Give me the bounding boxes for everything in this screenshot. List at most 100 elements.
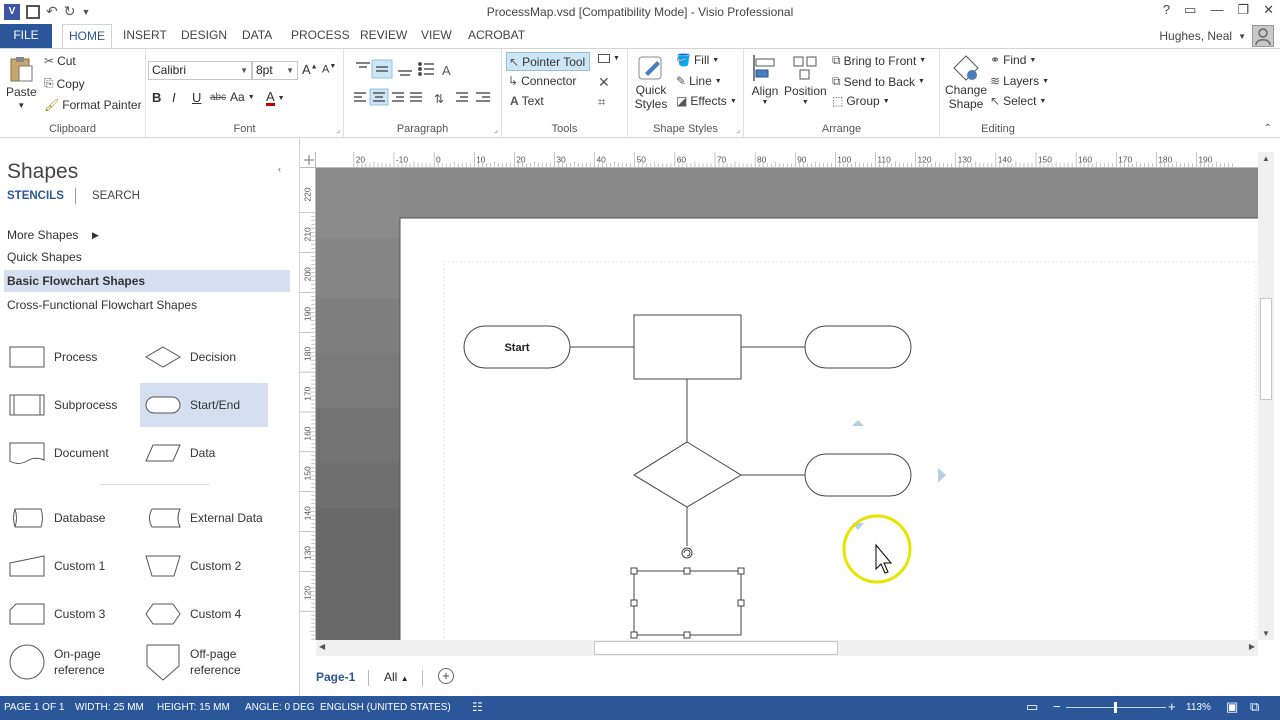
shape-document[interactable]: Document [4, 431, 132, 475]
copy-button[interactable]: ⎘ Copy [44, 76, 85, 91]
paragraph-dialog-launcher-icon[interactable]: ⌟ [494, 125, 498, 134]
tab-acrobat[interactable]: ACROBAT [462, 24, 531, 48]
change-case-button[interactable]: Aa ▼ [230, 90, 255, 104]
search-tab[interactable]: SEARCH [92, 190, 140, 202]
vertical-scroll-thumb[interactable] [1260, 298, 1272, 400]
shape-styles-dialog-launcher-icon[interactable]: ⌟ [736, 125, 740, 134]
paragraph-buttons[interactable]: A ⇅ [352, 59, 502, 119]
tab-process[interactable]: PROCESS [285, 24, 356, 48]
paste-button[interactable]: Paste ▼ [6, 55, 37, 110]
underline-button[interactable]: U [192, 90, 201, 105]
help-button[interactable]: ? [1163, 2, 1170, 18]
status-language[interactable]: ENGLISH (UNITED STATES) [320, 702, 451, 713]
font-family-dropdown-icon[interactable]: ▼ [240, 62, 248, 79]
connection-point-button[interactable]: ✕ [598, 74, 610, 91]
connector-button[interactable]: ↳ Connector [508, 74, 576, 88]
paste-dropdown-icon[interactable]: ▼ [17, 101, 25, 110]
zoom-level[interactable]: 113% [1186, 702, 1211, 713]
stencil-more-shapes[interactable]: More Shapes ▶ [4, 224, 290, 246]
group-button[interactable]: ⬚ Group ▼ [832, 94, 890, 108]
font-color-button[interactable]: A ▼ [266, 90, 285, 106]
shape-off-page-reference[interactable]: Off-page reference [140, 640, 268, 684]
minimize-button[interactable]: — [1210, 2, 1223, 18]
collapse-pane-icon[interactable]: ‹ [278, 164, 281, 174]
page-tab-page-1[interactable]: Page-1 [316, 670, 355, 684]
find-dropdown-icon[interactable]: ▼ [1029, 57, 1036, 64]
select-dropdown-icon[interactable]: ▼ [1039, 98, 1046, 105]
crop-tool-button[interactable]: ⌗ [598, 94, 605, 110]
send-to-back-dropdown-icon[interactable]: ▼ [918, 78, 925, 85]
add-page-icon[interactable]: + [438, 668, 454, 684]
change-case-dropdown-icon[interactable]: ▼ [248, 94, 255, 101]
cut-button[interactable]: ✂ Cut [44, 54, 76, 68]
position-button[interactable]: Position ▼ [784, 53, 827, 106]
tab-view[interactable]: VIEW [415, 24, 458, 48]
status-page[interactable]: PAGE 1 OF 1 [4, 702, 64, 713]
stencil-basic-flowchart[interactable]: Basic Flowchart Shapes [4, 270, 290, 292]
font-dialog-launcher-icon[interactable]: ⌟ [336, 125, 340, 134]
scroll-left-icon[interactable]: ◀ [319, 642, 325, 651]
scroll-right-icon[interactable]: ▶ [1249, 642, 1255, 651]
vertical-scrollbar[interactable]: ▲ ▼ [1258, 152, 1274, 640]
zoom-out-icon[interactable]: − [1053, 699, 1061, 714]
scroll-up-icon[interactable]: ▲ [1262, 154, 1270, 163]
line-button[interactable]: ✎ Line ▼ [676, 74, 722, 88]
layers-button[interactable]: ≋ Layers ▼ [990, 74, 1049, 88]
stencils-tab[interactable]: STENCILS [7, 190, 64, 202]
tab-insert[interactable]: INSERT [117, 24, 173, 48]
fit-page-icon[interactable]: ▣ [1226, 699, 1238, 715]
horizontal-scrollbar[interactable]: ◀ ▶ [316, 640, 1258, 656]
text-tool-button[interactable]: A Text [510, 94, 544, 108]
collapse-ribbon-icon[interactable]: ⌃ [1264, 123, 1272, 134]
close-button[interactable]: ✕ [1263, 2, 1274, 18]
italic-button[interactable]: I [172, 90, 176, 105]
shape-data[interactable]: Data [140, 431, 268, 475]
font-family-select[interactable]: Calibri ▼ [148, 61, 252, 80]
shape-start-end[interactable]: Start/End [140, 383, 268, 427]
status-angle[interactable]: ANGLE: 0 DEG [245, 702, 314, 713]
restore-button[interactable]: ❐ [1237, 2, 1249, 18]
selected-process-shape[interactable] [633, 570, 742, 636]
shape-custom1[interactable]: Custom 1 [4, 544, 132, 588]
tab-home[interactable]: HOME [62, 24, 112, 48]
effects-button[interactable]: ◪ Effects ▼ [676, 94, 737, 108]
macro-record-icon[interactable]: ☷ [472, 700, 483, 714]
shape-custom3[interactable]: Custom 3 [4, 592, 132, 636]
scroll-down-icon[interactable]: ▼ [1262, 629, 1270, 638]
stencil-cross-functional[interactable]: Cross-Functional Flowchart Shapes [4, 294, 290, 316]
user-name[interactable]: Hughes, Neal [1159, 29, 1232, 43]
fill-button[interactable]: 🪣 Fill ▼ [676, 53, 719, 67]
change-shape-button[interactable]: Change Shape [944, 53, 988, 111]
fill-dropdown-icon[interactable]: ▼ [712, 57, 719, 64]
ribbon-display-icon[interactable]: ▭ [1184, 2, 1196, 18]
tab-design[interactable]: DESIGN [175, 24, 233, 48]
effects-dropdown-icon[interactable]: ▼ [730, 98, 737, 105]
shape-process[interactable]: Process [4, 335, 132, 379]
zoom-in-icon[interactable]: + [1168, 699, 1176, 714]
rectangle-tool-button[interactable]: ▼ [598, 54, 620, 63]
terminator-shape-3[interactable] [804, 453, 912, 497]
bring-to-front-button[interactable]: ⧉ Bring to Front ▼ [832, 53, 926, 68]
process-shape-1[interactable] [633, 314, 742, 380]
shape-external-data[interactable]: External Data [140, 496, 268, 540]
status-height[interactable]: HEIGHT: 15 MM [157, 702, 230, 713]
align-dropdown-icon[interactable]: ▼ [762, 99, 769, 106]
bring-to-front-dropdown-icon[interactable]: ▼ [919, 57, 926, 64]
stencil-quick-shapes[interactable]: Quick Shapes [4, 246, 290, 268]
group-dropdown-icon[interactable]: ▼ [883, 98, 890, 105]
position-dropdown-icon[interactable]: ▼ [802, 99, 809, 106]
status-width[interactable]: WIDTH: 25 MM [75, 702, 144, 713]
font-size-dropdown-icon[interactable]: ▼ [286, 62, 294, 79]
drawing-page[interactable] [399, 217, 1258, 640]
shape-subprocess[interactable]: Subprocess [4, 383, 132, 427]
drawing-canvas[interactable]: Start [316, 168, 1258, 640]
send-to-back-button[interactable]: ⧉ Send to Back ▼ [832, 74, 925, 89]
font-color-dropdown-icon[interactable]: ▼ [278, 95, 285, 102]
zoom-slider-thumb[interactable] [1114, 702, 1117, 713]
quick-styles-button[interactable]: Quick Styles [632, 53, 670, 111]
find-button[interactable]: ⚭ Find ▼ [990, 53, 1036, 67]
user-account[interactable]: Hughes, Neal ▼ [1159, 24, 1274, 48]
align-button[interactable]: Align ▼ [750, 53, 780, 106]
terminator-shape-2[interactable] [804, 325, 912, 369]
line-dropdown-icon[interactable]: ▼ [715, 78, 722, 85]
